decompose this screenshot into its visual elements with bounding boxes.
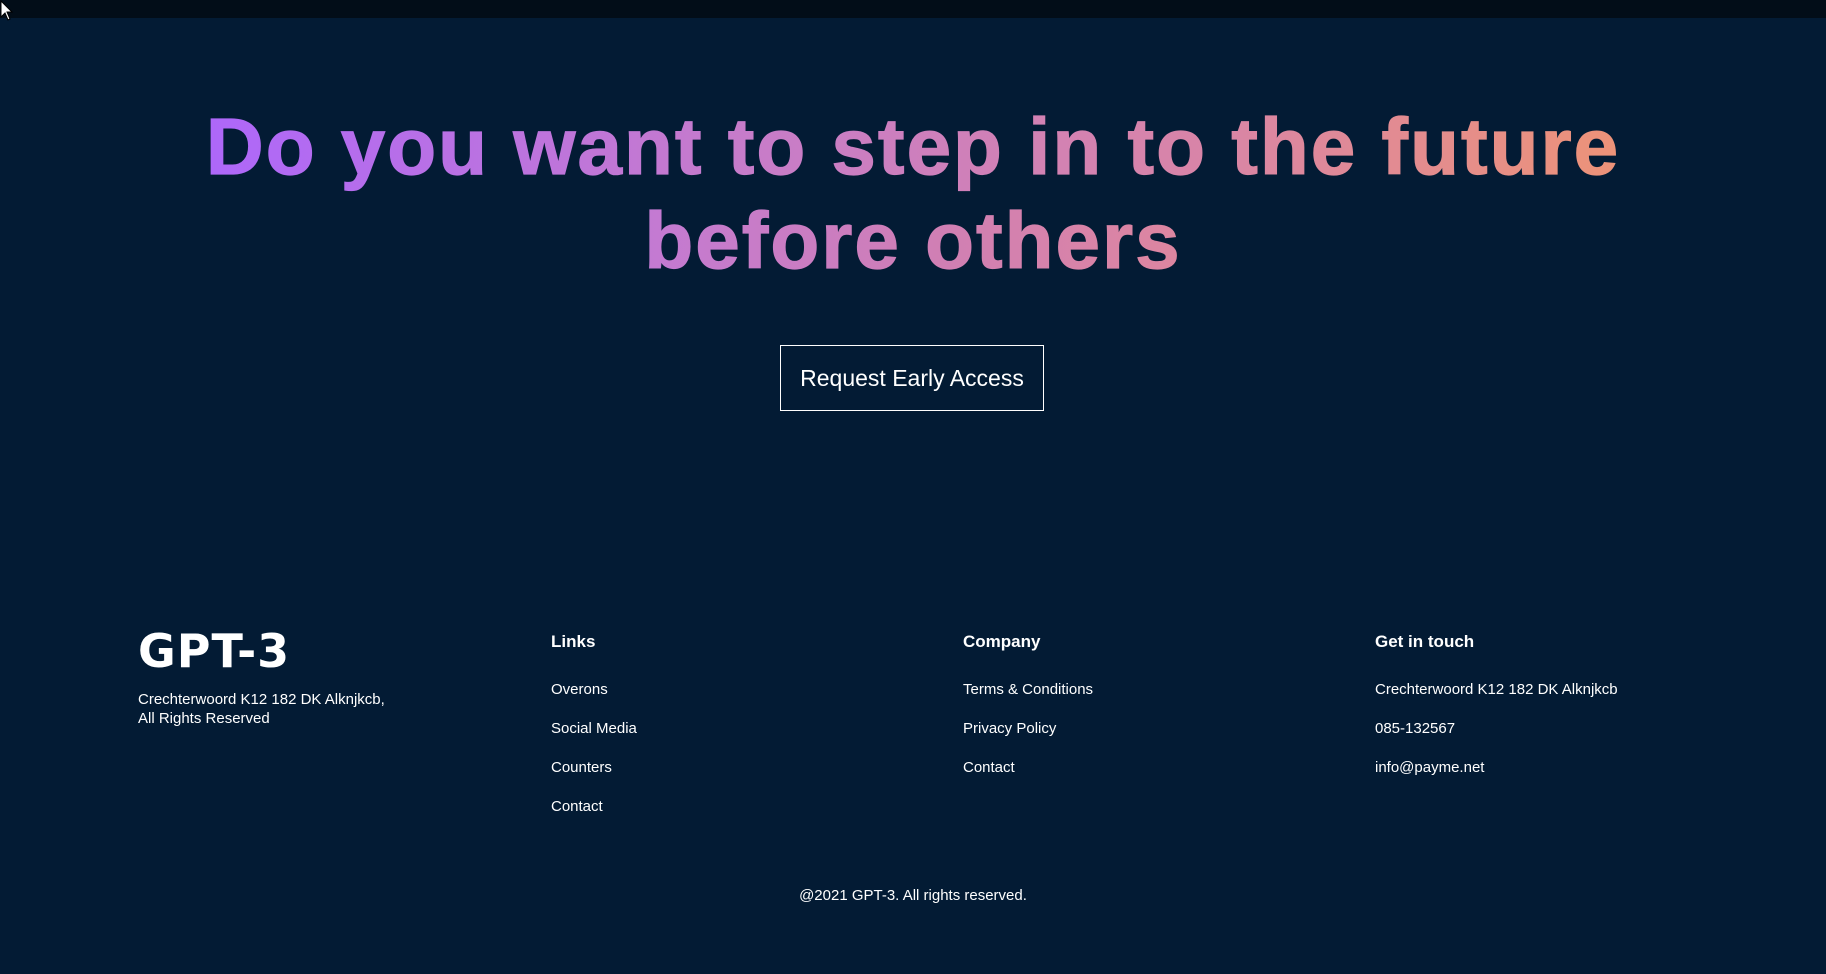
footer-rights-line: All Rights Reserved <box>138 710 270 727</box>
footer-address-line: Crechterwoord K12 182 DK Alknjkcb, <box>138 691 385 708</box>
footer-address: Crechterwoord K12 182 DK Alknjkcb, All R… <box>138 690 438 728</box>
browser-top-bar <box>0 0 1826 18</box>
hero-headline-line-1: Do you want to step in to the future <box>205 100 1620 194</box>
footer-contact-email[interactable]: info@payme.net <box>1375 759 1618 777</box>
footer-copyright: @2021 GPT-3. All rights reserved. <box>799 887 1027 904</box>
footer-link-privacy[interactable]: Privacy Policy <box>963 720 1093 738</box>
footer-contact-column: Get in touch Crechterwoord K12 182 DK Al… <box>1375 630 1618 798</box>
hero-headline: Do you want to step in to the future bef… <box>0 100 1826 288</box>
footer-contact-phone: 085-132567 <box>1375 720 1456 737</box>
footer-links-column: Links Overons Social Media Counters Cont… <box>551 630 637 837</box>
footer-company-column: Company Terms & Conditions Privacy Polic… <box>963 630 1093 798</box>
footer-link-social-media[interactable]: Social Media <box>551 720 637 738</box>
footer-link-contact[interactable]: Contact <box>551 798 637 816</box>
footer-link-company-contact[interactable]: Contact <box>963 759 1093 777</box>
hero-headline-line-2: before others <box>644 194 1181 288</box>
footer-link-overons[interactable]: Overons <box>551 681 637 699</box>
footer-link-terms[interactable]: Terms & Conditions <box>963 681 1093 699</box>
request-early-access-button[interactable]: Request Early Access <box>780 345 1044 411</box>
footer-company-title: Company <box>963 632 1041 651</box>
footer-contact-address: Crechterwoord K12 182 DK Alknjkcb <box>1375 681 1618 698</box>
footer-links-title: Links <box>551 632 596 651</box>
footer-logo: GPT-3 <box>138 624 291 678</box>
footer-contact-title: Get in touch <box>1375 632 1475 651</box>
footer-link-counters[interactable]: Counters <box>551 759 637 777</box>
mouse-pointer-icon <box>0 0 14 21</box>
